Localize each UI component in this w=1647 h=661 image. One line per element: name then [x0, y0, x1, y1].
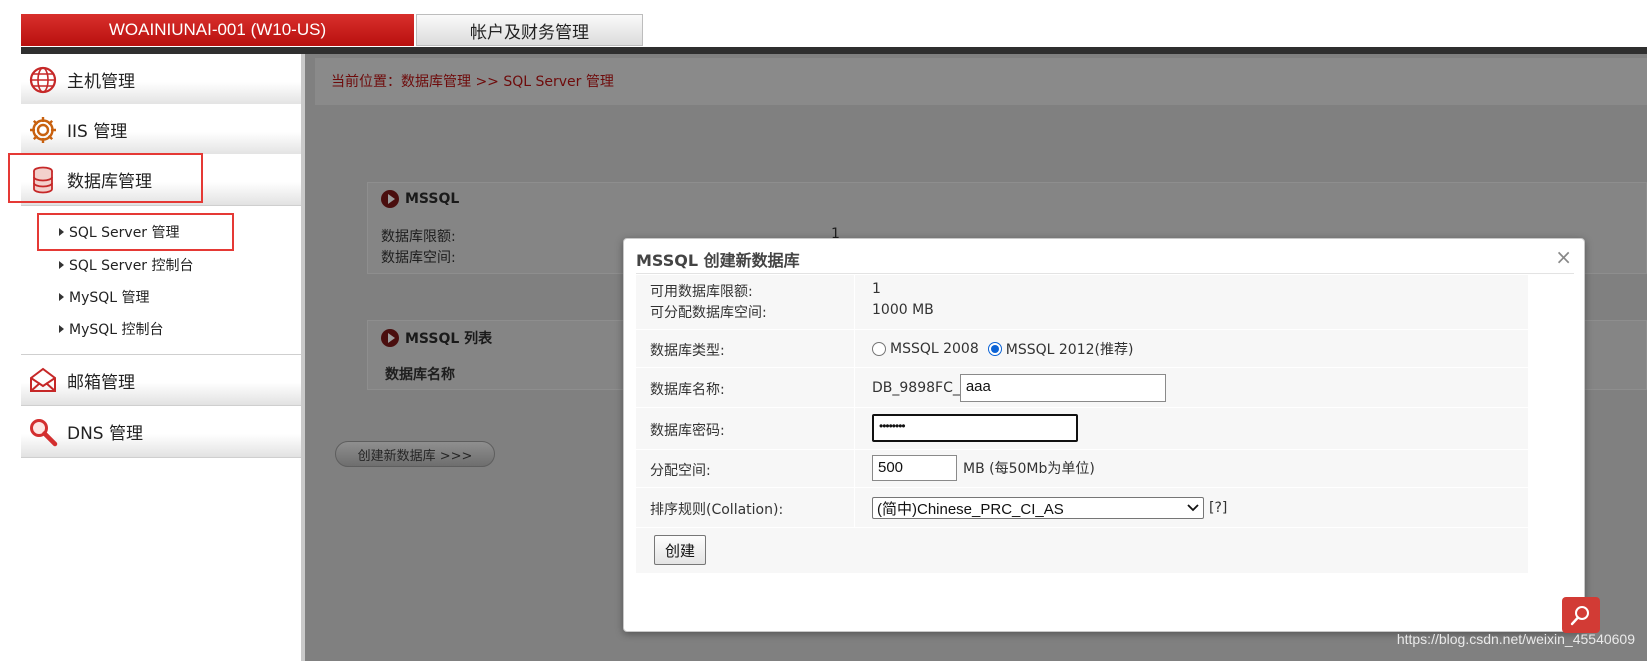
mssql-panel-title: MSSQL — [381, 190, 459, 208]
available-quota-label: 可用数据库限额: — [650, 284, 753, 300]
db-size-unit: MB (每50Mb为单位) — [963, 461, 1095, 477]
column-divider — [854, 488, 855, 527]
column-divider — [854, 368, 855, 407]
form-row-type: 数据库类型: MSSQL 2008 MSSQL 2012(推荐) — [636, 330, 1528, 368]
form-row-password: 数据库密码: •••••••• — [636, 408, 1528, 450]
play-bullet-icon — [381, 190, 399, 208]
column-divider — [854, 450, 855, 487]
collation-field-group: (简中)Chinese_PRC_CI_AS [?] — [872, 497, 1227, 519]
gear-icon — [27, 114, 59, 146]
collation-label: 排序规则(Collation): — [650, 502, 784, 518]
radio-label-mssql-2008: MSSQL 2008 — [890, 341, 979, 357]
create-new-db-button[interactable]: 创建新数据库 >>> — [335, 441, 495, 467]
caret-right-icon — [59, 325, 64, 333]
sidebar-item-host[interactable]: 主机管理 — [21, 54, 302, 106]
subnav-mysql-manage[interactable]: MySQL 管理 — [59, 287, 150, 307]
radio-label-mssql-2012: MSSQL 2012(推荐) — [1005, 342, 1134, 358]
sidebar-item-label: 邮箱管理 — [67, 372, 135, 393]
breadcrumb: 当前位置：数据库管理 >> SQL Server 管理 — [331, 74, 614, 90]
db-name-label: 数据库名称: — [650, 382, 725, 398]
db-size-label: 分配空间: — [650, 463, 711, 479]
quota-label: 数据库限额: — [381, 229, 456, 245]
space-label: 数据库空间: — [381, 250, 456, 266]
chevron-down-icon — [1187, 504, 1199, 512]
close-icon[interactable]: × — [1555, 247, 1572, 267]
watermark-text: https://blog.csdn.net/weixin_45540609 — [1396, 631, 1635, 647]
form-row-name: 数据库名称: DB_9898FC_ aaa — [636, 368, 1528, 408]
sidebar-item-mail[interactable]: 邮箱管理 — [21, 354, 302, 406]
db-name-input[interactable]: aaa — [959, 374, 1166, 402]
subnav-sql-server-console[interactable]: SQL Server 控制台 — [59, 255, 194, 275]
floating-search-button[interactable] — [1562, 597, 1600, 633]
collation-select[interactable]: (简中)Chinese_PRC_CI_AS — [872, 497, 1204, 519]
sidebar-item-label: DNS 管理 — [67, 424, 144, 444]
dialog-title-divider — [636, 273, 1574, 274]
list-column-db-name: 数据库名称 — [385, 367, 455, 383]
sidebar-item-iis[interactable]: IIS 管理 — [21, 104, 302, 156]
db-size-field-group: 500 MB (每50Mb为单位) — [872, 455, 1095, 481]
db-name-field-group: DB_9898FC_ aaa — [872, 374, 1166, 402]
magnifier-icon — [1570, 606, 1589, 626]
sidebar-item-label: IIS 管理 — [67, 122, 128, 142]
globe-icon — [27, 64, 59, 96]
top-divider — [21, 47, 1647, 54]
db-name-prefix: DB_9898FC_ — [872, 380, 960, 396]
play-bullet-icon — [381, 329, 399, 347]
highlight-database-nav — [8, 153, 203, 203]
sidebar: 主机管理 IIS 管理 数据库管理 SQL Server 管理 SQL Serv… — [21, 54, 302, 661]
db-size-input[interactable]: 500 — [872, 455, 957, 481]
collation-selected-value: (简中)Chinese_PRC_CI_AS — [877, 500, 1064, 518]
subnav-mysql-console[interactable]: MySQL 控制台 — [59, 319, 164, 339]
form-row-quota: 可用数据库限额: 可分配数据库空间: 1 1000 MB — [636, 275, 1528, 330]
form-row-size: 分配空间: 500 MB (每50Mb为单位) — [636, 450, 1528, 488]
app-root: WOAINIUNAI-001 (W10-US) 帐户及财务管理 主机管理 IIS… — [0, 0, 1647, 661]
highlight-sql-server-subnav — [37, 213, 234, 251]
radio-mssql-2012[interactable] — [987, 342, 1002, 356]
mssql-list-title: MSSQL 列表 — [381, 328, 492, 348]
db-type-label: 数据库类型: — [650, 343, 725, 359]
sidebar-item-label: 主机管理 — [67, 72, 135, 92]
db-type-radio-group: MSSQL 2008 MSSQL 2012(推荐) — [872, 339, 1133, 359]
available-quota-value: 1 — [872, 281, 881, 297]
collation-help-link[interactable]: [?] — [1209, 500, 1227, 516]
column-divider — [854, 275, 855, 329]
dialog-title: MSSQL 创建新数据库 — [636, 251, 800, 270]
form-row-submit: 创建 — [636, 528, 1528, 573]
create-button[interactable]: 创建 — [654, 535, 706, 565]
envelope-icon — [27, 364, 59, 396]
tab-account-finance[interactable]: 帐户及财务管理 — [416, 14, 643, 46]
create-db-form: 可用数据库限额: 可分配数据库空间: 1 1000 MB 数据库类型: MSSQ… — [636, 275, 1528, 573]
column-divider — [854, 330, 855, 367]
allocatable-space-value: 1000 MB — [872, 302, 934, 318]
tab-host[interactable]: WOAINIUNAI-001 (W10-US) — [21, 14, 414, 46]
caret-right-icon — [59, 261, 64, 269]
db-password-field-group: •••••••• — [872, 414, 1078, 442]
create-db-dialog: MSSQL 创建新数据库 × 可用数据库限额: 可分配数据库空间: 1 1000… — [623, 238, 1585, 632]
sidebar-item-dns[interactable]: DNS 管理 — [21, 406, 302, 458]
allocatable-space-label: 可分配数据库空间: — [650, 305, 767, 321]
search-icon — [27, 416, 59, 448]
column-divider — [854, 408, 855, 449]
caret-right-icon — [59, 293, 64, 301]
db-password-input[interactable]: •••••••• — [872, 414, 1078, 442]
form-row-collation: 排序规则(Collation): (简中)Chinese_PRC_CI_AS [… — [636, 488, 1528, 528]
db-password-label: 数据库密码: — [650, 423, 725, 439]
radio-mssql-2008[interactable] — [872, 342, 886, 356]
